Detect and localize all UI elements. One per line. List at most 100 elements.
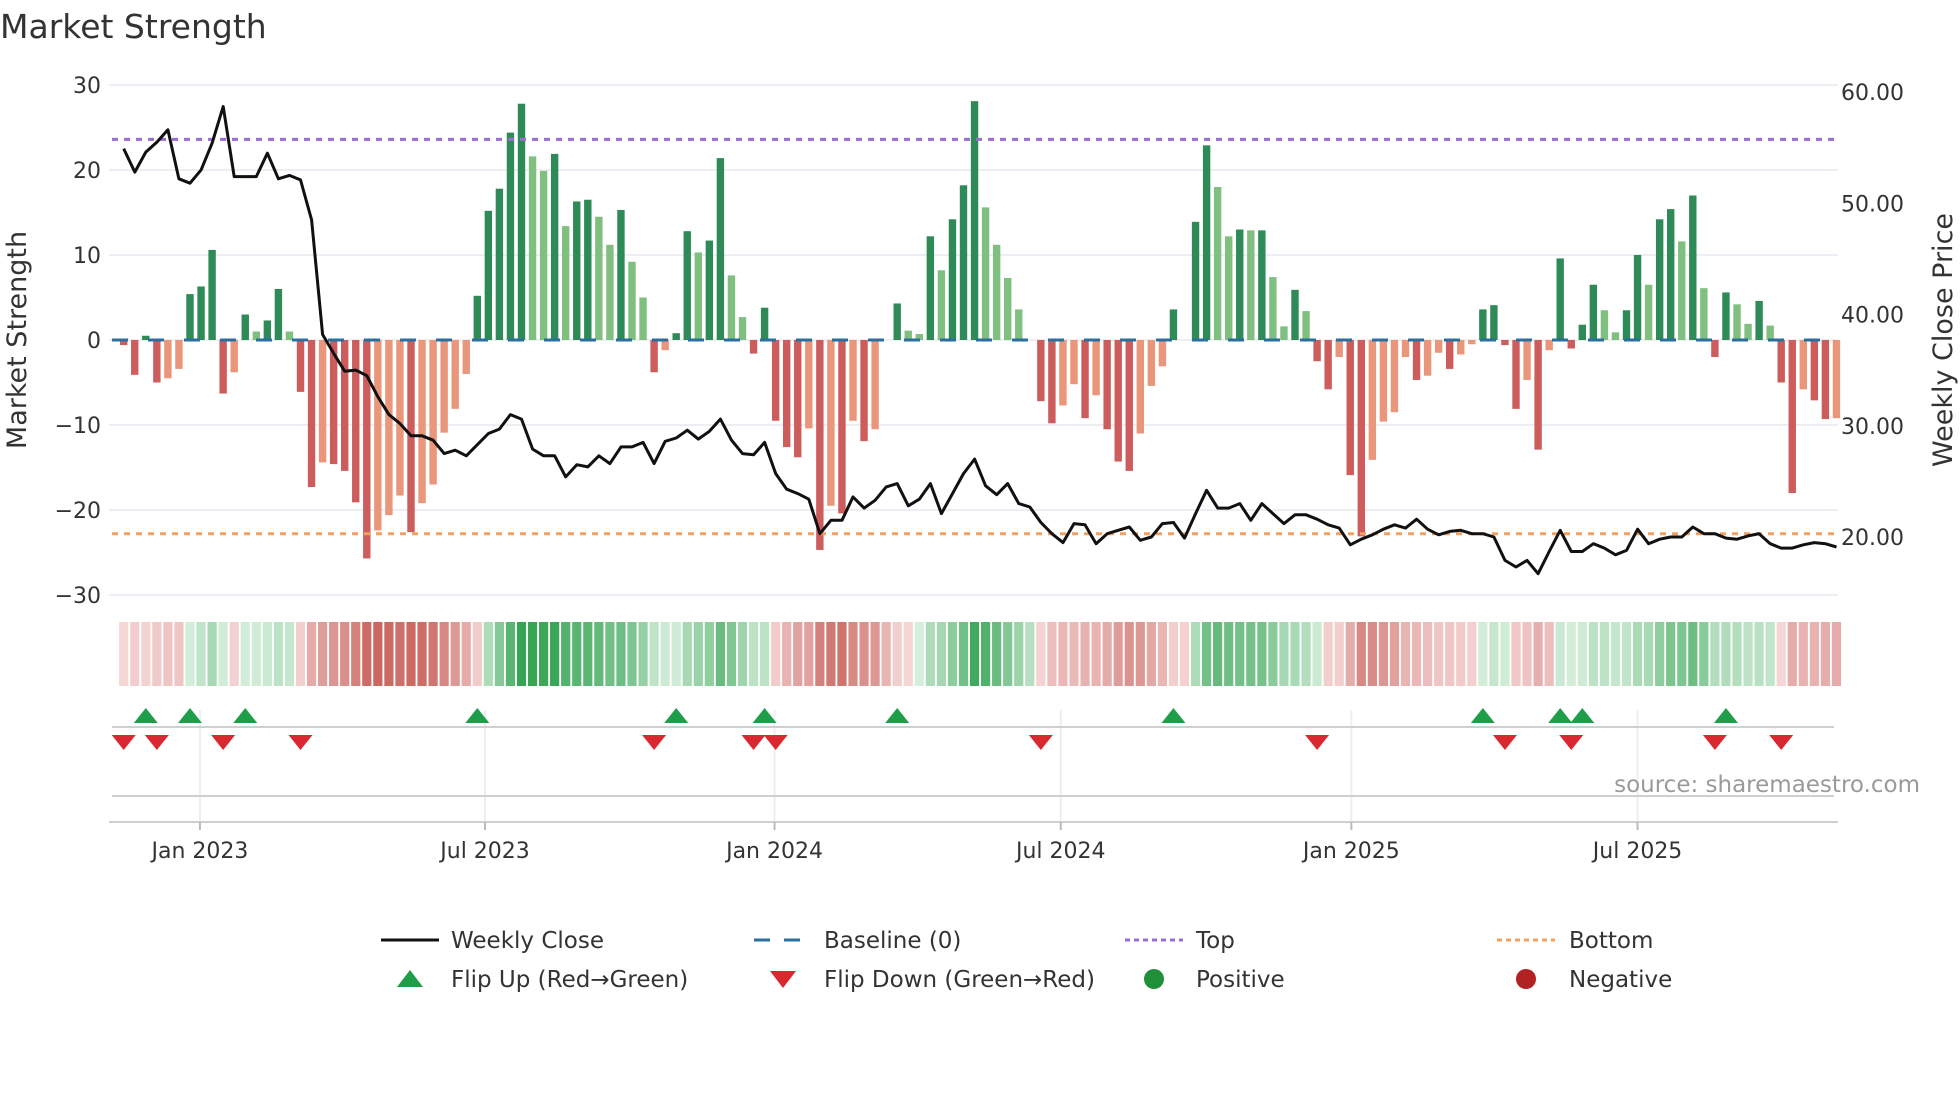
heatmap-cell bbox=[1025, 622, 1035, 686]
positive-bar bbox=[1015, 309, 1023, 340]
negative-bar bbox=[1832, 340, 1841, 419]
heatmap-cell bbox=[340, 622, 350, 686]
heatmap-cell bbox=[793, 622, 803, 686]
negative-bar bbox=[1401, 340, 1410, 357]
heatmap-cell bbox=[748, 622, 759, 686]
negative-bar bbox=[871, 340, 879, 430]
heatmap-cell bbox=[130, 622, 140, 686]
heatmap-cell bbox=[1765, 622, 1775, 686]
heatmap-cell bbox=[1809, 622, 1819, 686]
heatmap-cell bbox=[262, 622, 272, 686]
negative-bar bbox=[805, 340, 813, 429]
negative-bar bbox=[1114, 340, 1122, 462]
positive-bar bbox=[1247, 230, 1255, 340]
heatmap-cell bbox=[1610, 622, 1621, 686]
positive-bar bbox=[672, 333, 680, 340]
x-tick-label: Jul 2025 bbox=[1591, 839, 1683, 864]
heatmap-cell bbox=[1312, 622, 1322, 686]
heatmap-cell bbox=[914, 622, 924, 686]
heatmap-cell bbox=[1146, 622, 1156, 686]
heatmap-cell bbox=[981, 622, 991, 686]
negative-bar bbox=[1103, 340, 1111, 430]
heatmap-cell bbox=[1555, 622, 1565, 686]
heatmap-cell bbox=[903, 622, 913, 686]
positive-bar bbox=[241, 314, 249, 340]
heatmap-cell bbox=[1389, 622, 1400, 686]
heatmap-cell bbox=[1632, 622, 1643, 686]
circle-icon bbox=[1144, 969, 1164, 989]
y2-tick-label: 40.00 bbox=[1841, 304, 1904, 329]
heatmap-cell bbox=[992, 622, 1002, 686]
positive-bar bbox=[1490, 305, 1498, 340]
heatmap-cell bbox=[428, 622, 438, 686]
positive-bar bbox=[1578, 324, 1586, 340]
heatmap-cell bbox=[1666, 622, 1676, 686]
y2-axis-title: Weekly Close Price bbox=[1928, 213, 1959, 467]
heatmap-cell bbox=[1721, 622, 1731, 686]
negative-bar bbox=[1545, 340, 1553, 351]
circle-icon bbox=[1516, 969, 1536, 989]
heatmap-cell bbox=[1157, 622, 1167, 686]
negative-bar bbox=[451, 340, 459, 409]
positive-bar bbox=[1479, 309, 1487, 340]
heatmap-cell bbox=[1257, 622, 1267, 686]
heatmap-cell bbox=[638, 622, 648, 686]
positive-bar bbox=[1766, 325, 1774, 340]
heatmap-cell bbox=[1036, 622, 1046, 686]
positive-bar bbox=[727, 275, 736, 340]
heatmap-cell bbox=[605, 622, 615, 686]
heatmap-cell bbox=[1334, 622, 1344, 686]
y-tick-label: 30 bbox=[73, 74, 101, 99]
negative-bar bbox=[1434, 340, 1443, 353]
y-tick-label: −30 bbox=[55, 584, 101, 609]
positive-bar bbox=[705, 240, 714, 340]
heatmap-cell bbox=[1699, 622, 1709, 686]
heatmap-cell bbox=[318, 622, 328, 686]
x-tick-label: Jul 2023 bbox=[438, 839, 530, 864]
heatmap-cell bbox=[892, 622, 902, 686]
heatmap-cell bbox=[804, 622, 814, 686]
triangle-down-icon bbox=[770, 971, 796, 988]
flip-up-marker bbox=[1713, 708, 1738, 723]
heatmap-cell bbox=[1279, 622, 1289, 686]
positive-bar bbox=[760, 307, 769, 340]
x-tick-label: Jan 2024 bbox=[724, 839, 823, 864]
negative-bar bbox=[1136, 340, 1144, 434]
heatmap-cell bbox=[152, 622, 162, 686]
heatmap-cell bbox=[848, 622, 858, 686]
heatmap-cell bbox=[417, 622, 427, 686]
heatmap-cell bbox=[284, 622, 295, 686]
heatmap-cell bbox=[527, 622, 538, 686]
heatmap-cell bbox=[649, 622, 659, 686]
negative-bar bbox=[827, 340, 835, 506]
negative-bar bbox=[385, 340, 393, 516]
heatmap-cell bbox=[472, 622, 482, 686]
flip-up-marker bbox=[1470, 708, 1495, 723]
y2-tick-label: 60.00 bbox=[1841, 81, 1904, 106]
negative-bar bbox=[849, 340, 857, 421]
negative-bar bbox=[1501, 340, 1509, 346]
legend-label: Positive bbox=[1196, 967, 1285, 993]
heatmap-cell bbox=[185, 622, 195, 686]
heatmap-cell bbox=[1224, 622, 1234, 686]
heatmap-cell bbox=[969, 622, 980, 686]
negative-bar bbox=[307, 340, 316, 488]
heatmap-cell bbox=[1168, 622, 1179, 686]
heatmap-cell bbox=[1478, 622, 1488, 686]
heatmap-cell bbox=[483, 622, 493, 686]
legend-label: Weekly Close bbox=[451, 928, 604, 954]
heatmap-cell bbox=[561, 622, 571, 686]
heatmap-cell bbox=[1710, 622, 1720, 686]
heatmap-cell bbox=[1754, 622, 1764, 686]
legend: Weekly Close Baseline (0) Top Bottom Flip Up… bbox=[381, 928, 1672, 993]
legend-item: Top bbox=[1125, 928, 1235, 954]
y2-tick-label: 50.00 bbox=[1841, 192, 1904, 217]
heatmap-cell bbox=[671, 622, 681, 686]
positive-bar bbox=[1169, 309, 1178, 340]
positive-bar bbox=[506, 132, 515, 340]
heatmap-cell bbox=[870, 622, 880, 686]
heatmap-cell bbox=[505, 622, 516, 686]
negative-bar bbox=[1457, 340, 1465, 355]
flip-down-marker bbox=[211, 735, 236, 750]
heatmap-cell bbox=[1378, 622, 1388, 686]
